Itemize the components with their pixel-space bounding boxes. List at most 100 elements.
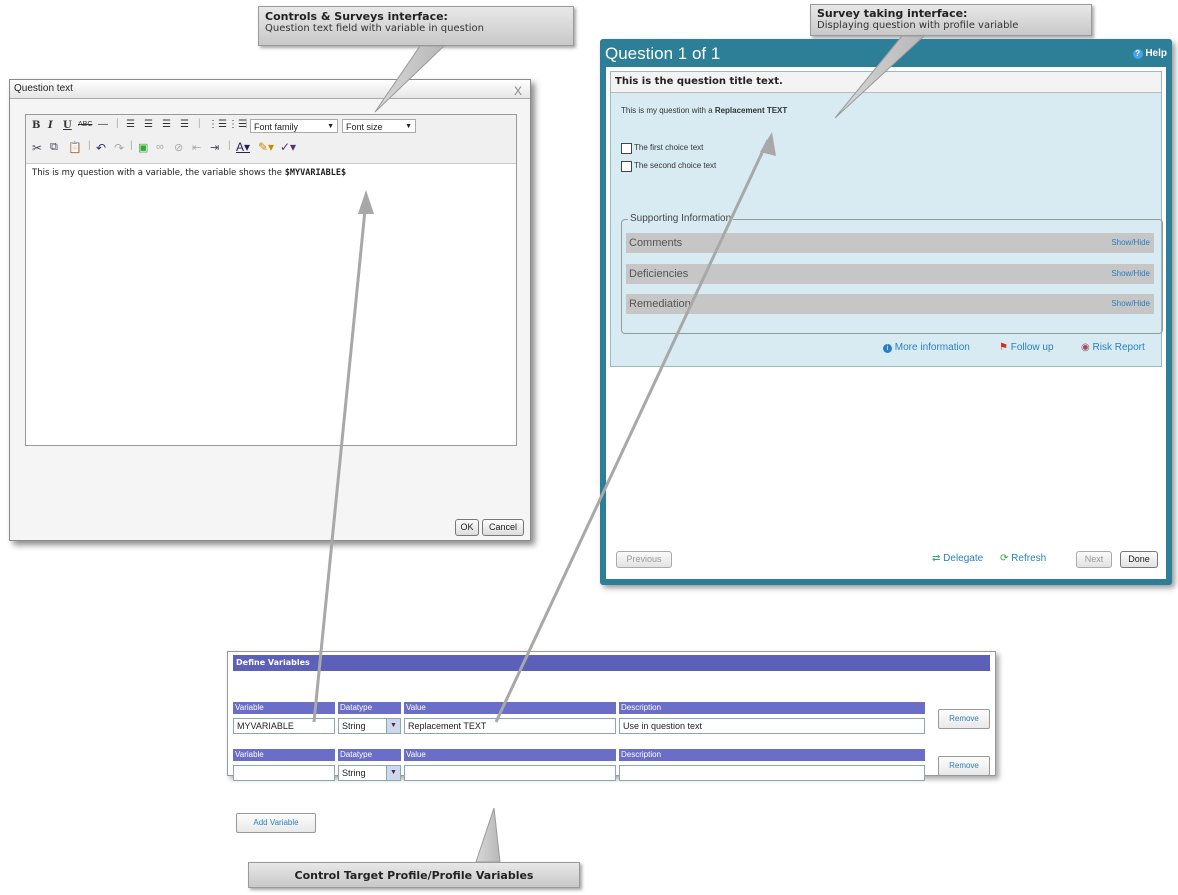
ok-button[interactable]: OK — [455, 519, 479, 536]
question-counter: Question 1 of 1 — [605, 44, 721, 63]
define-variables-panel: Define Variables Variable Datatype Value… — [227, 651, 996, 781]
datatype-select[interactable]: String ▼ — [338, 765, 401, 781]
horizontal-rule-icon[interactable]: — — [98, 119, 108, 130]
datatype-select[interactable]: String ▼ — [338, 718, 401, 734]
bold-button[interactable]: B — [32, 120, 40, 131]
risk-report-icon: ◉ — [1081, 342, 1090, 353]
editor-content[interactable]: This is my question with a variable, the… — [26, 164, 516, 182]
callout-profile: Control Target Profile/Profile Variables — [248, 862, 580, 888]
variable-value-input[interactable] — [404, 765, 616, 781]
rich-text-editor: B I U ABC — | ☰ ☰ ☰ ☰ | ⋮☰ ⋮☰ | Font fam… — [25, 114, 517, 446]
strikethrough-button[interactable]: ABC — [78, 121, 92, 128]
outdent-icon[interactable]: ⇤ — [192, 141, 201, 154]
editor-toolbar: B I U ABC — | ☰ ☰ ☰ ☰ | ⋮☰ ⋮☰ | Font fam… — [26, 115, 516, 164]
column-header-value: Value — [404, 749, 616, 761]
refresh-icon: ⟳ — [1000, 553, 1009, 564]
indent-icon[interactable]: ⇥ — [210, 141, 219, 154]
variable-name-input[interactable]: MYVARIABLE — [233, 718, 335, 734]
supporting-row-label: Comments — [629, 237, 683, 249]
more-information-link[interactable]: i More information — [883, 342, 970, 353]
editor-variable-token: $MYVARIABLE$ — [284, 168, 347, 178]
font-family-value: Font family — [254, 122, 299, 132]
undo-icon[interactable]: ↶ — [96, 141, 106, 155]
show-hide-link[interactable]: Show/Hide — [1111, 233, 1150, 253]
question-replacement-text: Replacement TEXT — [714, 106, 788, 115]
align-center-icon[interactable]: ☰ — [144, 119, 153, 130]
toolbar-separator: | — [245, 118, 248, 129]
copy-icon[interactable]: ⧉ — [50, 141, 58, 154]
remove-button[interactable]: Remove — [938, 756, 990, 776]
toolbar-separator: | — [88, 140, 91, 151]
question-text-prefix: This is my question with a — [621, 106, 715, 115]
follow-up-link[interactable]: ⚑ Follow up — [999, 342, 1054, 353]
underline-button[interactable]: U — [63, 120, 72, 131]
refresh-label: Refresh — [1011, 553, 1047, 564]
delegate-icon: ⇄ — [932, 553, 941, 564]
choice-label-2: The second choice text — [634, 161, 717, 170]
redo-icon[interactable]: ↷ — [114, 141, 124, 155]
link-icon[interactable]: ∞ — [156, 141, 164, 153]
next-button[interactable]: Next — [1076, 551, 1112, 568]
bullet-list-icon[interactable]: ⋮☰ — [208, 119, 227, 130]
supporting-row-comments: Comments Show/Hide — [626, 233, 1154, 253]
risk-report-link[interactable]: ◉ Risk Report — [1081, 342, 1145, 353]
column-header-variable: Variable — [233, 749, 335, 761]
cut-icon[interactable]: ✂ — [32, 141, 42, 155]
variable-description-input[interactable] — [619, 765, 925, 781]
survey-header: Question 1 of 1 ? Help — [600, 39, 1172, 69]
text-color-icon[interactable]: A▾ — [236, 140, 250, 154]
delegate-label: Delegate — [943, 553, 984, 564]
align-right-icon[interactable]: ☰ — [162, 119, 171, 130]
question-text-dialog: Question text X B I U ABC — | ☰ ☰ ☰ ☰ | … — [9, 79, 531, 541]
paste-icon[interactable]: 📋 — [68, 141, 82, 154]
spellcheck-icon[interactable]: ✓▾ — [280, 140, 296, 154]
column-header-variable: Variable — [233, 702, 335, 714]
show-hide-link[interactable]: Show/Hide — [1111, 294, 1150, 314]
define-variables-header: Define Variables — [233, 655, 990, 671]
variable-value-input[interactable]: Replacement TEXT — [404, 718, 616, 734]
risk-report-label: Risk Report — [1092, 342, 1145, 353]
previous-button[interactable]: Previous — [616, 551, 672, 568]
column-header-description: Description — [619, 749, 925, 761]
choice-checkbox-1[interactable] — [621, 143, 632, 154]
datatype-value: String — [342, 721, 366, 731]
remove-button[interactable]: Remove — [938, 709, 990, 729]
question-title: This is the question title text. — [611, 72, 1161, 93]
supporting-information-group: Supporting Information Comments Show/Hid… — [621, 213, 1163, 334]
align-justify-icon[interactable]: ☰ — [180, 119, 189, 130]
align-left-icon[interactable]: ☰ — [126, 119, 135, 130]
cancel-button[interactable]: Cancel — [482, 519, 524, 536]
font-family-select[interactable]: Font family ▼ — [250, 119, 338, 133]
show-hide-link[interactable]: Show/Hide — [1111, 264, 1150, 284]
variable-description-input[interactable]: Use in question text — [619, 718, 925, 734]
toolbar-separator: | — [228, 140, 231, 151]
variable-name-input[interactable] — [233, 765, 335, 781]
chevron-down-icon: ▼ — [327, 123, 334, 130]
unlink-icon[interactable]: ⊘ — [174, 141, 183, 154]
italic-button[interactable]: I — [48, 120, 53, 131]
flag-icon: ⚑ — [999, 342, 1008, 353]
chevron-down-icon: ▼ — [386, 719, 400, 733]
close-icon[interactable]: X — [514, 82, 522, 100]
help-link[interactable]: ? Help — [1132, 39, 1167, 69]
insert-image-icon[interactable]: ▣ — [138, 141, 148, 154]
dialog-title: Question text — [14, 83, 73, 94]
dialog-titlebar: Question text X — [10, 80, 530, 99]
font-size-select[interactable]: Font size ▼ — [342, 119, 416, 133]
column-header-value: Value — [404, 702, 616, 714]
callout-survey: Survey taking interface: Displaying ques… — [810, 4, 1092, 36]
supporting-row-deficiencies: Deficiencies Show/Hide — [626, 264, 1154, 284]
add-variable-button[interactable]: Add Variable — [236, 813, 316, 833]
datatype-value: String — [342, 768, 366, 778]
column-header-datatype: Datatype — [338, 749, 401, 761]
delegate-link[interactable]: ⇄ Delegate — [932, 553, 983, 564]
refresh-link[interactable]: ⟳ Refresh — [1000, 553, 1046, 564]
callout-controls-subtitle: Question text field with variable in que… — [265, 23, 484, 34]
chevron-down-icon: ▼ — [405, 123, 412, 130]
choice-checkbox-2[interactable] — [621, 161, 632, 172]
done-button[interactable]: Done — [1120, 551, 1158, 568]
highlight-color-icon[interactable]: ✎▾ — [258, 140, 274, 154]
question-text: This is my question with a Replacement T… — [621, 106, 787, 115]
callout-survey-title: Survey taking interface: — [817, 7, 968, 20]
help-label: Help — [1145, 48, 1167, 59]
